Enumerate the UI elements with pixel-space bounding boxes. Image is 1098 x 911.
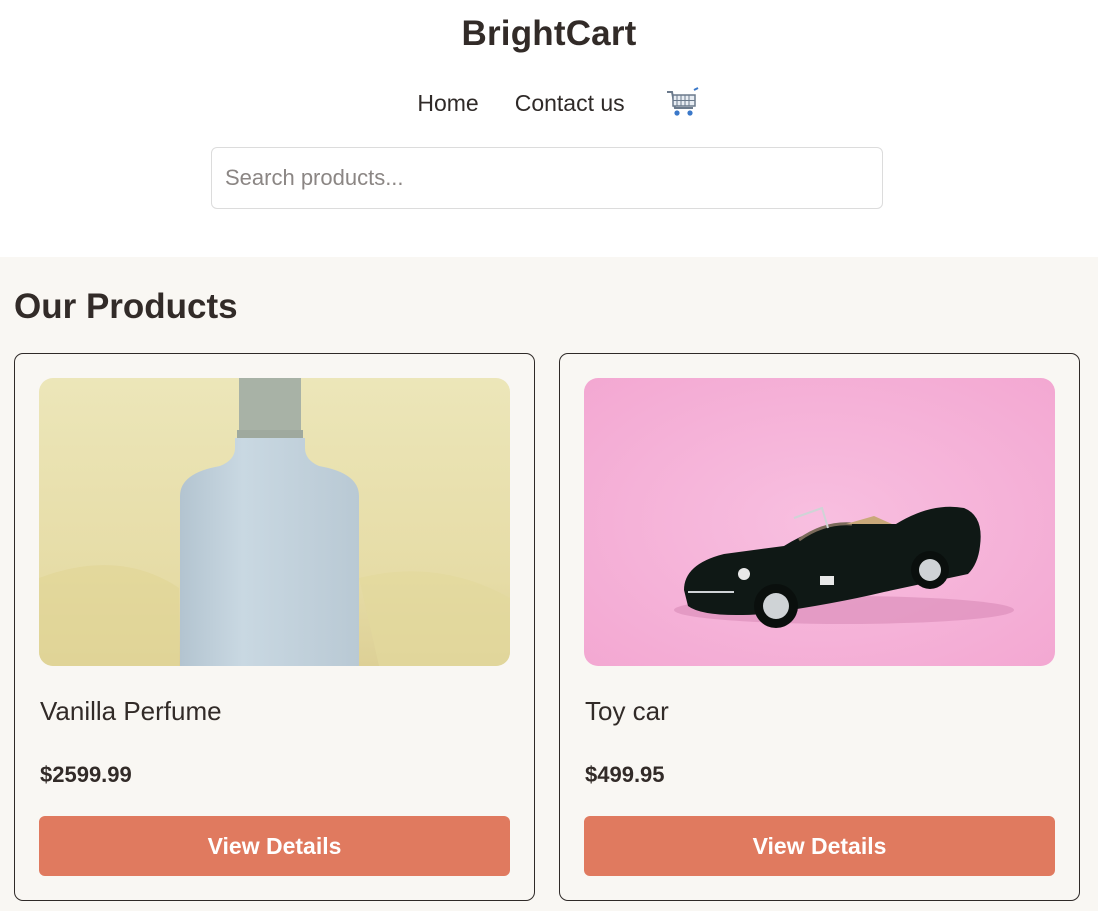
toy-car-image (584, 378, 1055, 666)
shopping-cart-icon[interactable] (665, 86, 699, 120)
site-header: BrightCart Home Contact us (0, 0, 1098, 257)
product-name: Toy car (585, 696, 669, 726)
product-name: Vanilla Perfume (40, 696, 222, 726)
main-nav: Home Contact us (0, 86, 1098, 120)
product-card: Toy car $499.95 View Details (559, 353, 1080, 901)
products-section: Our Products Vanilla Perfume $2599.99 Vi… (0, 257, 1098, 911)
view-details-button[interactable]: View Details (39, 816, 510, 876)
section-title: Our Products (14, 287, 238, 326)
search-input[interactable] (211, 147, 883, 209)
view-details-button[interactable]: View Details (584, 816, 1055, 876)
product-price: $499.95 (585, 762, 665, 787)
perfume-bottle-image (39, 378, 510, 666)
product-price: $2599.99 (40, 762, 132, 787)
nav-home-link[interactable]: Home (399, 90, 496, 117)
product-card: Vanilla Perfume $2599.99 View Details (14, 353, 535, 901)
nav-contact-link[interactable]: Contact us (497, 90, 643, 117)
brand-title: BrightCart (461, 14, 637, 53)
